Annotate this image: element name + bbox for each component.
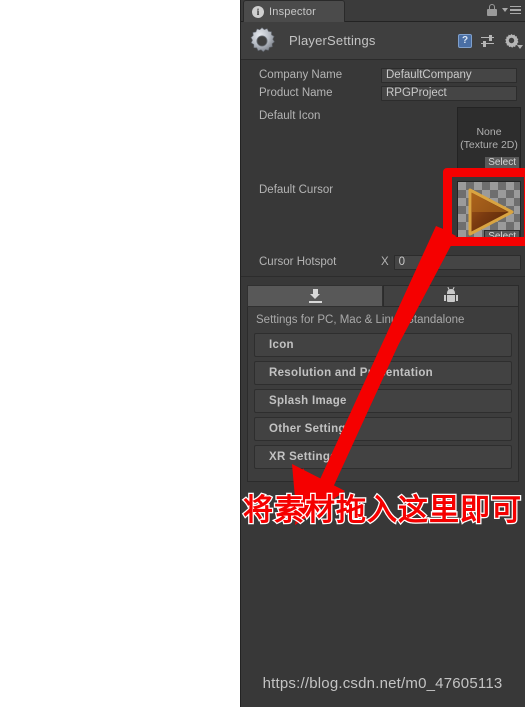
row-product-name: Product Name RPGProject bbox=[241, 85, 525, 101]
section-resolution-label: Resolution and Presentation bbox=[269, 367, 434, 379]
section-other-settings[interactable]: Other Settings bbox=[254, 417, 512, 441]
watermark: https://blog.csdn.net/m0_47605113 bbox=[262, 675, 503, 692]
row-default-icon: Default Icon None (Texture 2D) Select bbox=[241, 107, 525, 176]
platform-description: Settings for PC, Mac & Linux Standalone bbox=[256, 314, 465, 326]
cursor-hotspot-x-label: X bbox=[381, 256, 389, 268]
gear-icon bbox=[247, 26, 277, 56]
default-icon-object-field[interactable]: None (Texture 2D) Select bbox=[457, 107, 521, 171]
section-icon[interactable]: Icon bbox=[254, 333, 512, 357]
properties-body: Company Name DefaultCompany Product Name… bbox=[241, 60, 525, 482]
section-xr-settings[interactable]: XR Settings bbox=[254, 445, 512, 469]
lock-icon[interactable] bbox=[487, 4, 497, 16]
object-header: PlayerSettings ? bbox=[241, 22, 525, 60]
cursor-hotspot-x-input[interactable]: 0 bbox=[393, 254, 521, 270]
object-header-controls: ? bbox=[458, 33, 523, 49]
help-book-icon[interactable]: ? bbox=[458, 33, 472, 48]
default-icon-label: Default Icon bbox=[259, 110, 321, 122]
tab-inspector-label: Inspector bbox=[269, 5, 317, 18]
row-default-cursor: Default Cursor Select bbox=[241, 181, 525, 250]
platform-settings-panel: Settings for PC, Mac & Linux Standalone … bbox=[247, 307, 519, 482]
hamburger-menu-icon[interactable] bbox=[502, 5, 521, 15]
default-icon-value: None (Texture 2D) bbox=[460, 126, 518, 151]
download-icon bbox=[308, 289, 322, 303]
company-name-label: Company Name bbox=[259, 69, 343, 81]
section-icon-label: Icon bbox=[269, 339, 294, 351]
default-cursor-select-button[interactable]: Select bbox=[484, 230, 520, 244]
row-company-name: Company Name DefaultCompany bbox=[241, 67, 525, 83]
row-cursor-hotspot: Cursor Hotspot X 0 bbox=[241, 254, 525, 270]
section-xr-label: XR Settings bbox=[269, 451, 337, 463]
product-name-input[interactable]: RPGProject bbox=[381, 85, 517, 101]
preset-icon[interactable] bbox=[481, 34, 495, 48]
platform-tab-bar bbox=[247, 285, 519, 307]
annotation-note: 将素材拖入这里即可 bbox=[241, 485, 524, 530]
tab-inspector[interactable]: i Inspector bbox=[243, 0, 345, 22]
inspector-tabstrip: i Inspector bbox=[241, 0, 525, 22]
default-cursor-label: Default Cursor bbox=[259, 184, 334, 196]
android-robot-icon bbox=[444, 286, 458, 303]
platform-tab-android[interactable] bbox=[383, 285, 519, 307]
section-splash-label: Splash Image bbox=[269, 395, 347, 407]
divider bbox=[241, 276, 525, 277]
tabstrip-controls bbox=[487, 4, 521, 16]
screenshot-root: i Inspector PlayerSettings ? Company Nam… bbox=[0, 0, 525, 707]
default-icon-select-button[interactable]: Select bbox=[484, 156, 520, 170]
annotation-note-text: 将素材拖入这里即可 bbox=[242, 492, 523, 530]
default-cursor-object-field[interactable]: Select bbox=[457, 181, 521, 245]
platform-tab-standalone[interactable] bbox=[247, 285, 383, 307]
inspector-window: i Inspector PlayerSettings ? Company Nam… bbox=[240, 0, 525, 707]
gear-dropdown-icon[interactable] bbox=[504, 33, 523, 49]
section-splash-image[interactable]: Splash Image bbox=[254, 389, 512, 413]
info-icon: i bbox=[252, 5, 264, 18]
company-name-input[interactable]: DefaultCompany bbox=[381, 67, 517, 83]
product-name-label: Product Name bbox=[259, 87, 333, 99]
cursor-hotspot-label: Cursor Hotspot bbox=[259, 256, 337, 268]
section-resolution-and-presentation[interactable]: Resolution and Presentation bbox=[254, 361, 512, 385]
page-title: PlayerSettings bbox=[289, 33, 376, 48]
section-other-label: Other Settings bbox=[269, 423, 353, 435]
